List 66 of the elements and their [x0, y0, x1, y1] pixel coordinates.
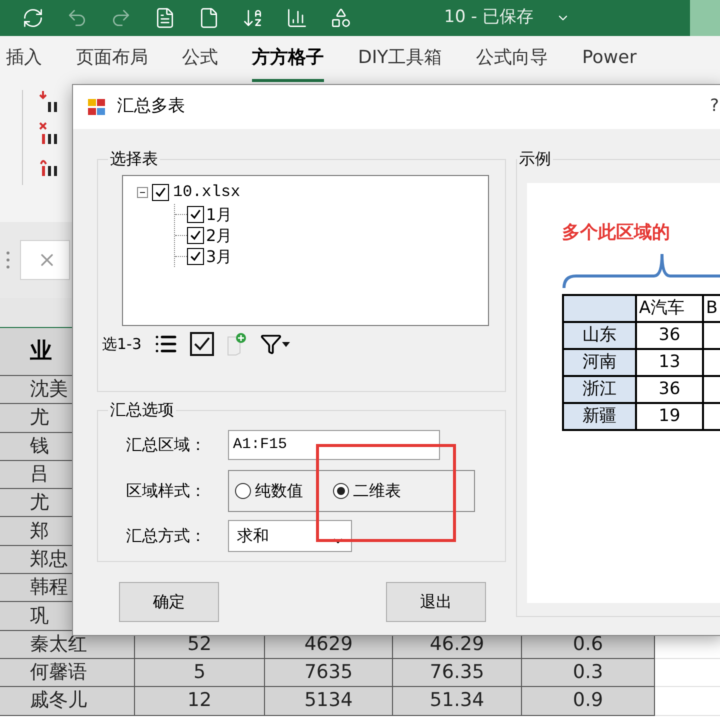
radio-button[interactable]	[235, 483, 251, 499]
table-cell: 7635	[265, 658, 393, 688]
table-cell: 36	[637, 377, 704, 404]
document-icon[interactable]	[154, 7, 176, 29]
table-cell: 山东	[564, 323, 637, 350]
tree-item[interactable]: 3月	[206, 244, 232, 268]
check-icon	[189, 229, 202, 242]
help-button[interactable]: ?	[710, 94, 719, 120]
table-cell: 5134	[265, 687, 393, 716]
table-cell: 5	[135, 658, 265, 688]
table-cell: 36	[637, 323, 704, 350]
collapse-icon[interactable]	[137, 186, 148, 198]
table-cell: 76.35	[393, 658, 522, 688]
file-icon[interactable]	[198, 7, 220, 29]
page-add-icon[interactable]	[226, 332, 248, 356]
table-cell: 戚冬儿	[0, 687, 135, 716]
grip-icon[interactable]	[6, 251, 10, 269]
ribbon-tab[interactable]: 页面布局	[76, 36, 148, 82]
table-cell: 51.34	[393, 687, 522, 716]
table-cell: 19	[637, 404, 704, 431]
table-cell: 0.9	[522, 687, 655, 716]
table-cell: 12	[135, 687, 265, 716]
dialog-button[interactable]: 确定	[119, 582, 219, 622]
checkbox[interactable]	[187, 227, 204, 244]
table-cell: 0.3	[522, 658, 655, 688]
check-icon	[154, 186, 167, 198]
document-status[interactable]: 10 - 已保存	[444, 5, 534, 31]
checkbox-icon[interactable]	[190, 332, 214, 356]
radio-label[interactable]: 纯数值	[255, 479, 303, 503]
tree-item[interactable]: 10.xlsx	[173, 180, 240, 204]
checkbox[interactable]	[187, 206, 204, 223]
tree-item[interactable]: 2月	[206, 224, 232, 248]
ribbon-tab[interactable]: 插入	[6, 36, 42, 82]
sort-icon[interactable]	[242, 7, 264, 29]
check-icon	[189, 208, 202, 221]
ribbon-tab[interactable]: DIY工具箱	[358, 36, 442, 82]
radio-button[interactable]	[333, 483, 349, 499]
ribbon-tab[interactable]: 公式	[182, 36, 218, 82]
table-cell: 何馨语	[0, 658, 135, 688]
dialog-button[interactable]: 退出	[386, 582, 486, 622]
method-select[interactable]: 求和	[228, 520, 352, 552]
table-header-cell: A汽车	[637, 296, 704, 323]
example-caption: 多个此区域的	[562, 221, 671, 245]
group-title: 选择表	[109, 148, 159, 170]
checkbox[interactable]	[187, 248, 204, 265]
table-cell: 河南	[564, 350, 637, 377]
check-icon	[189, 250, 202, 263]
dialog-title: 汇总多表	[117, 95, 185, 118]
table-cell: 浙江	[564, 377, 637, 404]
group-title: 示例	[518, 148, 552, 170]
chart-icon[interactable]	[286, 7, 308, 29]
table-header-cell: B	[704, 296, 720, 323]
input-field[interactable]: A1:F15	[228, 430, 440, 460]
table-cell: 新疆	[564, 404, 637, 431]
sync-icon[interactable]	[22, 7, 44, 29]
brace-icon	[562, 252, 720, 290]
radio-label[interactable]: 二维表	[353, 479, 401, 503]
shapes-icon[interactable]	[330, 7, 352, 29]
ribbon-tab[interactable]: 公式向导	[476, 36, 548, 82]
app-icon	[87, 97, 107, 117]
tree-item[interactable]: 1月	[206, 202, 232, 226]
checkbox[interactable]	[152, 184, 169, 200]
table-cell: 13	[637, 350, 704, 377]
ribbon-tab[interactable]: Power	[582, 36, 637, 82]
filter-dropdown[interactable]	[260, 333, 290, 355]
caret-icon	[282, 342, 290, 346]
